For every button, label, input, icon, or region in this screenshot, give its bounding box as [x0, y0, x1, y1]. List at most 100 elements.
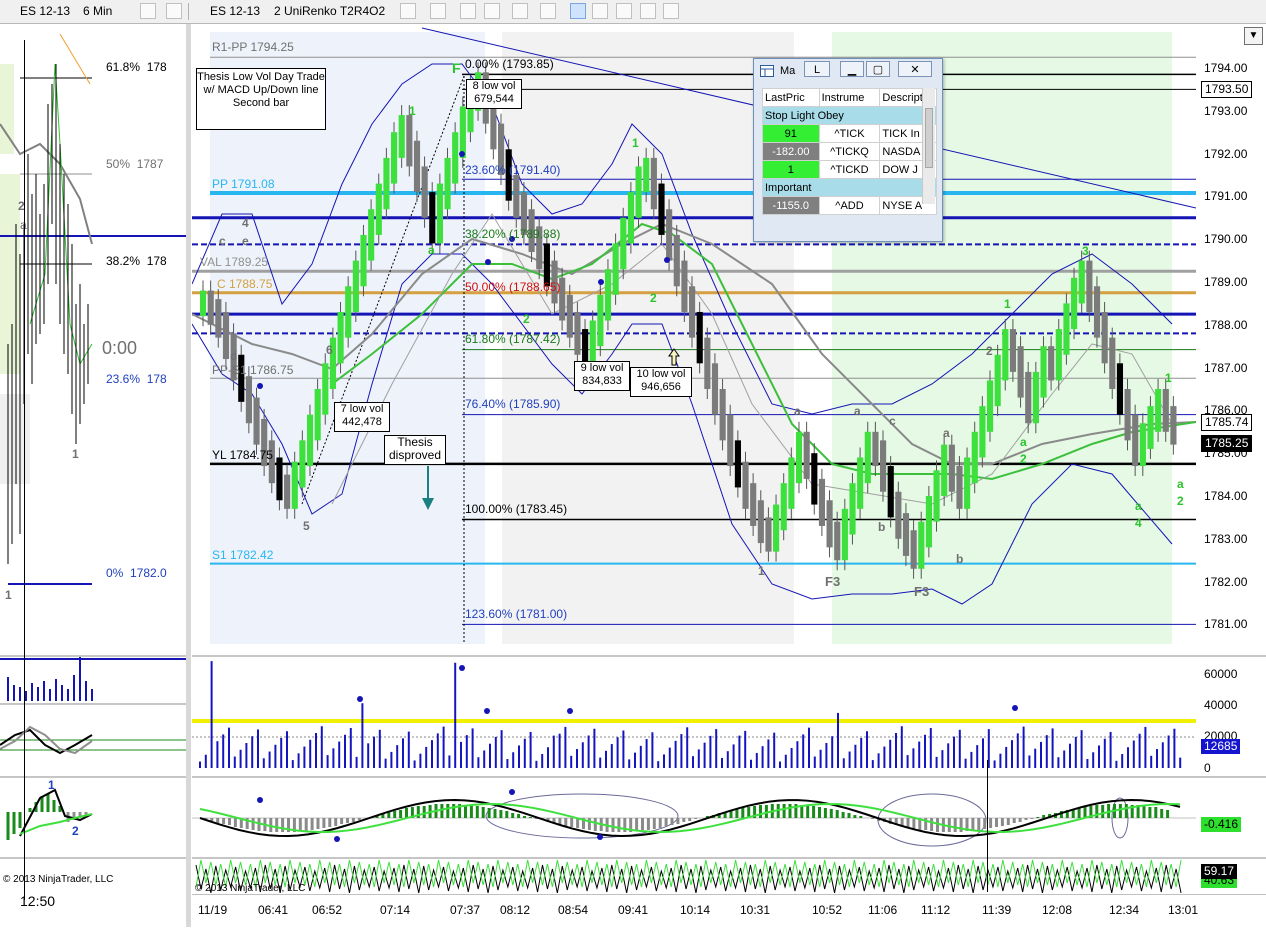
renko-bar [291, 461, 298, 509]
table-row[interactable]: -1155.0 ^ADD NYSE A [762, 196, 937, 215]
low-vol-10-note[interactable]: 10 low vol 946,656 [630, 367, 692, 397]
time-axis[interactable]: 11/19 06:41 06:52 07:14 07:37 08:12 08:54 09:41… [192, 894, 1266, 928]
renko-bar [245, 376, 252, 424]
close-icon[interactable]: ✕ [898, 61, 932, 77]
low-vol-9-note[interactable]: 9 low vol 834,833 [574, 361, 630, 391]
pencil-icon[interactable] [430, 3, 446, 19]
renko-bar [253, 397, 260, 445]
volume-axis-label: 60000 [1204, 667, 1238, 681]
remove-drawings-icon[interactable] [484, 3, 500, 19]
fib-label: 23.60% (1791.40) [465, 163, 561, 177]
price-axis-label: 1791.00 [1204, 189, 1248, 204]
table-row[interactable]: 91 ^TICK TICK In [762, 124, 937, 143]
renko-bar [773, 504, 780, 552]
left-price-panel[interactable]: 61.8% 178 50% 1787 38.2% 178 23.6% 178 0… [0, 24, 186, 654]
window-tab-button[interactable]: L [804, 61, 830, 77]
column-header[interactable]: Instrume [818, 88, 881, 107]
left-fib-label-50: 50% 1787 [106, 157, 164, 171]
volume-spike-dot [484, 708, 490, 714]
renko-bar [1116, 363, 1124, 415]
low-vol-7-note[interactable]: 7 low vol 442,478 [334, 402, 390, 432]
main-symbol-selector[interactable]: ES 12-13 [210, 4, 260, 18]
renko-bar [574, 311, 581, 355]
price-axis-label: 1793.00 [1204, 103, 1248, 118]
main-interval-selector[interactable]: 2 UniRenko T2R4O2 [274, 4, 385, 18]
volume-panel[interactable] [192, 657, 1196, 775]
minimize-icon[interactable]: ▁ [840, 61, 864, 77]
volume-spike-dot [357, 696, 363, 702]
oscillator-axis[interactable]: 40.63 59.17 [1196, 859, 1266, 893]
maximize-icon[interactable]: ▢ [866, 61, 890, 77]
market-analyzer-window[interactable]: Ma L ▁ ▢ ✕ LastPric Instrume Descripti S… [753, 58, 943, 242]
group-header[interactable]: Stop Light Obey [762, 106, 937, 125]
strategies-icon[interactable] [592, 3, 608, 19]
time-axis-label: 07:14 [380, 903, 411, 917]
price-flag: 1785.74 [1201, 413, 1253, 431]
data-box-icon[interactable] [640, 3, 656, 19]
up-arrow-icon [668, 348, 680, 366]
price-axis-label: 1790.00 [1204, 232, 1248, 247]
zoom-icon[interactable] [540, 3, 556, 19]
renko-bar [986, 380, 994, 432]
volume-value-flag: 12685 [1201, 739, 1241, 754]
bar-type-icon[interactable] [140, 3, 156, 19]
volume-axis[interactable]: 60000 40000 20000 0 12685 [1196, 657, 1266, 775]
window-scrollbar[interactable] [922, 88, 935, 204]
renko-bar [238, 354, 245, 402]
renko-bar [964, 457, 971, 509]
indicators-icon[interactable] [570, 3, 586, 19]
signal-dot [664, 257, 670, 263]
wave-label: a [1177, 477, 1184, 491]
table-row[interactable]: -182.00 ^TICKQ NASDA [762, 142, 937, 161]
price-axis[interactable]: 1794.00 1793.00 1792.00 1791.00 1790.00 1789.… [1196, 24, 1266, 654]
renko-bar [322, 363, 329, 415]
macd-axis[interactable]: -0.416 [1196, 778, 1266, 856]
renko-bar [689, 286, 696, 338]
group-header[interactable]: Important [762, 178, 937, 197]
c-level-label: C 1788.75 [217, 277, 273, 291]
renko-bar [841, 508, 848, 561]
wave-label: 1 [1165, 371, 1172, 385]
renko-bar [811, 453, 818, 505]
properties-icon[interactable] [663, 3, 679, 19]
wave-label: 1 [409, 104, 416, 118]
wave-label: a [943, 426, 950, 440]
oscillator-value-flag: 59.17 [1201, 864, 1238, 879]
left-crosshair-line [24, 40, 25, 900]
renko-bar [1002, 329, 1009, 381]
window-title-bar[interactable]: Ma L ▁ ▢ ✕ [754, 59, 942, 83]
fib-label: 38.20% (1789.88) [465, 227, 561, 241]
low-vol-8-note[interactable]: 8 low vol 679,544 [466, 79, 522, 109]
last-price-cell: 91 [762, 124, 820, 143]
renko-bar [727, 414, 734, 467]
column-header[interactable]: LastPric [762, 88, 820, 107]
time-axis-label: 11/19 [198, 903, 228, 917]
renko-bar [375, 183, 382, 235]
crosshair-icon[interactable] [512, 3, 528, 19]
chevron-down-icon[interactable]: ▼ [1244, 27, 1263, 45]
renko-bar [1071, 277, 1078, 330]
thesis-disproved-note[interactable]: Thesis disproved [384, 435, 446, 465]
drawing-tools-icon[interactable] [460, 3, 476, 19]
chart-trader-icon[interactable] [616, 3, 632, 19]
time-axis-label: 12:34 [1109, 903, 1140, 917]
wave-label: b [878, 520, 886, 534]
renko-bar [276, 457, 283, 501]
thesis-note[interactable]: Thesis Low Vol Day Trade w/ MACD Up/Down… [196, 68, 326, 130]
macd-signal-dot [334, 836, 340, 842]
oscillator-panel[interactable] [192, 859, 1196, 894]
chart-splitter[interactable] [186, 24, 191, 927]
main-price-panel[interactable]: R1-PP 1794.25 PP 1791.08 VAL 1789.25 C 1… [191, 24, 1197, 654]
time-axis-label: 11:06 [868, 903, 898, 917]
left-symbol-selector[interactable]: ES 12-13 [20, 4, 70, 18]
bar-type-icon[interactable] [400, 3, 416, 19]
wave-label: 1 [632, 136, 639, 150]
macd-panel[interactable] [192, 778, 1196, 856]
left-wave-label: 1 [5, 588, 12, 602]
renko-bar [398, 115, 405, 158]
time-axis-label: 09:41 [618, 903, 649, 917]
left-interval-selector[interactable]: 6 Min [83, 4, 112, 18]
pencil-icon[interactable] [166, 3, 182, 19]
table-row[interactable]: 1 ^TICKD DOW J [762, 160, 937, 179]
wave-label: c [219, 234, 226, 248]
